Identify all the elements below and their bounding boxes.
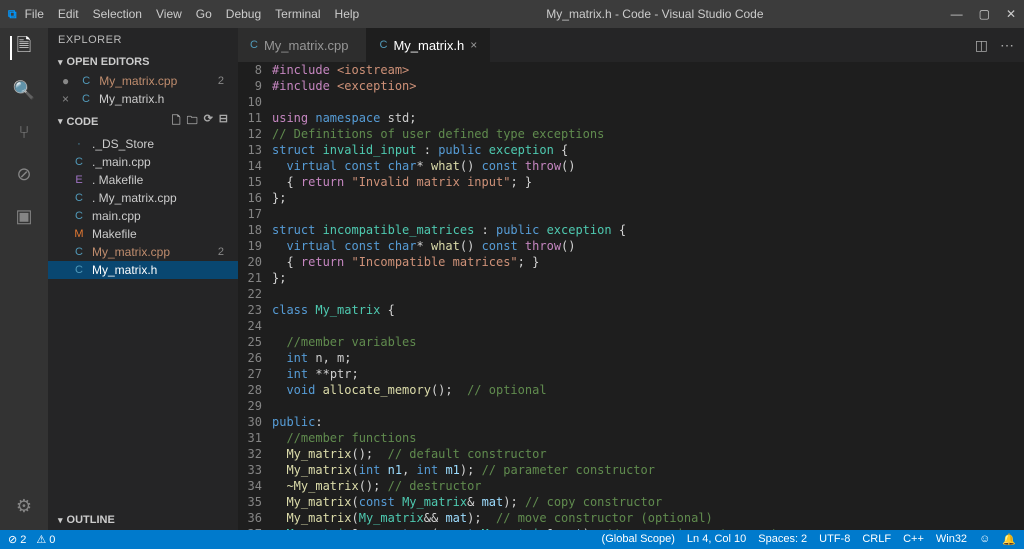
sidebar-title: EXPLORER <box>48 28 238 52</box>
file-item[interactable]: ·._DS_Store <box>48 135 238 153</box>
open-editor-item[interactable]: ●CMy_matrix.cpp2 <box>48 72 238 90</box>
menu-help[interactable]: Help <box>335 7 360 21</box>
tab[interactable]: CMy_matrix.cpp <box>238 28 367 62</box>
collapse-icon[interactable]: ⊟ <box>219 112 228 131</box>
menu-edit[interactable]: Edit <box>58 7 79 21</box>
status-item[interactable]: Win32 <box>936 533 967 546</box>
sidebar: EXPLORER OPEN EDITORS ●CMy_matrix.cpp2×C… <box>48 28 238 530</box>
editor: CMy_matrix.cppCMy_matrix.h× ◫ ⋯ 89101112… <box>238 28 1024 530</box>
minimize-icon[interactable]: — <box>951 7 963 21</box>
status-item[interactable]: Ln 4, Col 10 <box>687 533 746 546</box>
file-item[interactable]: Cmain.cpp <box>48 207 238 225</box>
tab[interactable]: CMy_matrix.h× <box>367 28 490 62</box>
menu-go[interactable]: Go <box>196 7 212 21</box>
code-section-header[interactable]: CODE 🗋 🗀 ⟳ ⊟ <box>48 108 238 135</box>
file-item[interactable]: C. My_matrix.cpp <box>48 189 238 207</box>
new-file-icon[interactable]: 🗋 <box>172 112 181 131</box>
split-editor-icon[interactable]: ◫ <box>975 37 988 54</box>
statusbar: ⊘ 2 ⚠ 0 (Global Scope) Ln 4, Col 10 Spaces:… <box>0 530 1024 549</box>
menu-file[interactable]: File <box>25 7 44 21</box>
window-controls: — ▢ ✕ <box>951 7 1016 21</box>
status-item[interactable]: (Global Scope) <box>602 533 675 546</box>
new-folder-icon[interactable]: 🗀 <box>187 112 198 131</box>
tabs: CMy_matrix.cppCMy_matrix.h× ◫ ⋯ <box>238 28 1024 62</box>
menu-bar: File Edit Selection View Go Debug Terminal Help <box>25 7 360 21</box>
window-title: My_matrix.h - Code - Visual Studio Code <box>359 7 950 21</box>
gear-icon[interactable]: ⚙ <box>12 494 36 518</box>
tab-close-icon[interactable]: × <box>470 38 477 52</box>
file-item[interactable]: CMy_matrix.h <box>48 261 238 279</box>
maximize-icon[interactable]: ▢ <box>979 7 990 21</box>
status-item[interactable]: 🔔 <box>1002 533 1016 546</box>
menu-view[interactable]: View <box>156 7 182 21</box>
titlebar: ⧉ File Edit Selection View Go Debug Terminal He… <box>0 0 1024 28</box>
file-item[interactable]: E. Makefile <box>48 171 238 189</box>
status-item[interactable]: UTF-8 <box>819 533 850 546</box>
status-item[interactable]: ⊘ 2 <box>8 533 26 546</box>
code-section-toolbar: 🗋 🗀 ⟳ ⊟ <box>172 112 228 131</box>
file-item[interactable]: C._main.cpp <box>48 153 238 171</box>
minimap[interactable] <box>968 62 1024 530</box>
more-icon[interactable]: ⋯ <box>1000 37 1014 54</box>
menu-debug[interactable]: Debug <box>226 7 261 21</box>
tab-actions: ◫ ⋯ <box>965 28 1024 62</box>
gutter: 8910111213141516171819202122232425262728… <box>238 62 272 530</box>
file-item[interactable]: CMy_matrix.cpp2 <box>48 243 238 261</box>
explorer-icon[interactable]: 🗎 <box>10 36 34 60</box>
menu-terminal[interactable]: Terminal <box>275 7 320 21</box>
extensions-icon[interactable]: ▣ <box>12 204 36 228</box>
scm-icon[interactable]: ⑂ <box>12 120 36 144</box>
code-lines[interactable]: #include <iostream>#include <exception> … <box>272 62 968 530</box>
status-item[interactable]: CRLF <box>862 533 891 546</box>
activitybar: 🗎 🔍 ⑂ ⊘ ▣ ⚙ <box>0 28 48 530</box>
search-icon[interactable]: 🔍 <box>12 78 36 102</box>
refresh-icon[interactable]: ⟳ <box>204 112 213 131</box>
status-item[interactable]: Spaces: 2 <box>758 533 807 546</box>
open-editors-header[interactable]: OPEN EDITORS <box>48 52 238 72</box>
outline-header[interactable]: OUTLINE <box>48 510 238 530</box>
close-icon[interactable]: ✕ <box>1006 7 1016 21</box>
status-item[interactable]: ⚠ 0 <box>36 533 55 546</box>
debug-icon[interactable]: ⊘ <box>12 162 36 186</box>
code-area[interactable]: 8910111213141516171819202122232425262728… <box>238 62 1024 530</box>
file-item[interactable]: MMakefile <box>48 225 238 243</box>
logo-icon: ⧉ <box>8 7 17 22</box>
open-editor-item[interactable]: ×CMy_matrix.h <box>48 90 238 108</box>
menu-selection[interactable]: Selection <box>93 7 142 21</box>
code-section-label: CODE <box>67 116 99 128</box>
status-item[interactable]: ☺ <box>979 533 990 546</box>
status-item[interactable]: C++ <box>903 533 924 546</box>
